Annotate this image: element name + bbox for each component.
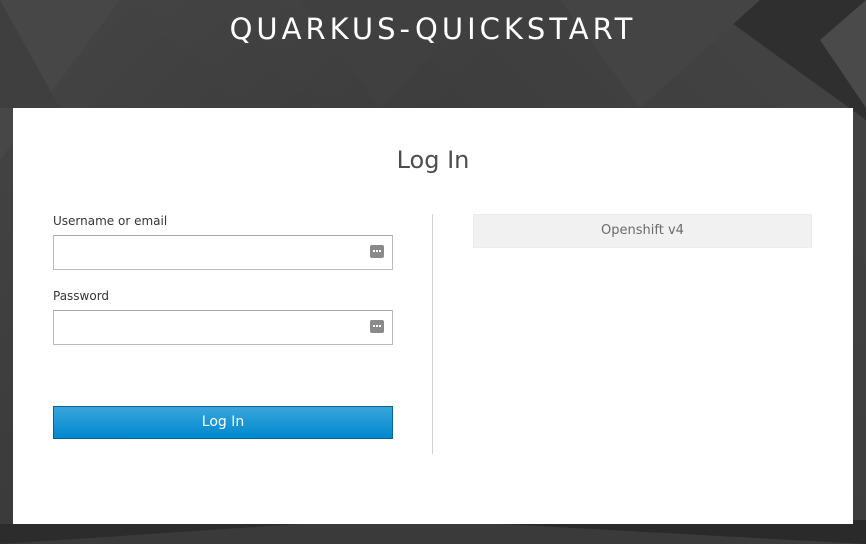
column-divider: [432, 214, 433, 454]
password-field-wrapper: [53, 310, 393, 345]
page-title: Log In: [396, 146, 470, 174]
openshift-login-button[interactable]: Openshift v4: [473, 214, 812, 248]
password-manager-icon[interactable]: [370, 320, 384, 333]
realm-title: QUARKUS-QUICKSTART: [229, 12, 637, 46]
username-label: Username or email: [53, 214, 168, 228]
login-card: Log In Username or email Password Log In…: [13, 108, 853, 524]
login-button[interactable]: Log In: [53, 406, 393, 439]
login-form: Username or email Password: [53, 214, 393, 364]
password-manager-icon[interactable]: [370, 245, 384, 258]
username-input[interactable]: [54, 236, 370, 269]
password-input[interactable]: [54, 311, 370, 344]
password-label: Password: [53, 289, 110, 303]
social-providers: Openshift v4: [473, 214, 812, 248]
username-field-wrapper: [53, 235, 393, 270]
